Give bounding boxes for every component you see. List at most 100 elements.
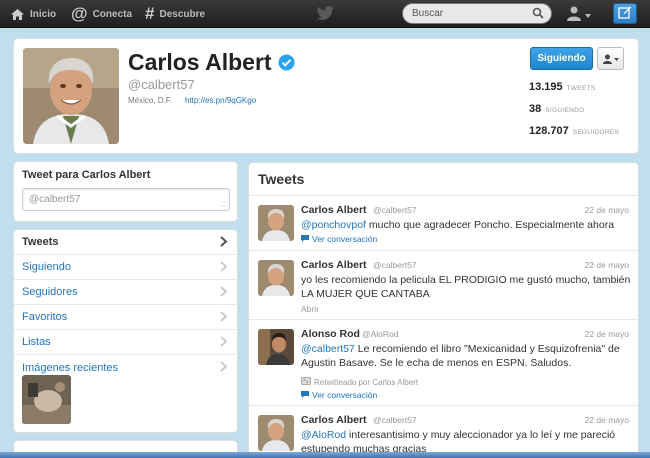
tweet-to-user-box: Tweet para Carlos Albert @calbert57 .:: [13, 161, 238, 222]
view-conversation-label: Ver conversación [312, 234, 378, 244]
chevron-right-icon [220, 336, 228, 350]
top-navigation-bar: Inicio @ Conecta # Descubre Buscar [0, 0, 650, 28]
sidebar-item-favorites[interactable]: Favoritos [14, 305, 237, 330]
sidebar-item-label: Favoritos [22, 311, 68, 323]
tweet-to-user-title: Tweet para Carlos Albert [22, 169, 151, 181]
search-input[interactable]: Buscar [402, 3, 552, 24]
tweet-author-name[interactable]: Carlos Albert [301, 204, 367, 216]
nav-home[interactable]: Inicio [10, 0, 56, 28]
sidebar-item-following[interactable]: Siguiendo [14, 255, 237, 280]
tweet-to-user-input[interactable]: @calbert57 .:: [22, 188, 230, 211]
tweets-timeline: Tweets Carlos Albert @calbert57 22 de ma… [248, 162, 639, 458]
retweet-icon [301, 377, 311, 387]
nav-home-label: Inicio [30, 8, 57, 20]
sidebar-item-label: Listas [22, 336, 51, 348]
stat-followers-value: 128.707 [529, 125, 569, 137]
os-taskbar [0, 452, 650, 458]
user-actions-button[interactable] [597, 47, 624, 70]
stat-followers-label: SEGUIDORES [572, 129, 620, 136]
sidebar-item-label: Tweets [22, 236, 59, 248]
tweet-item[interactable]: Alonso Rod @AloRod 22 de mayo @calbert57… [249, 320, 638, 406]
sidebar-item-label: Siguiendo [22, 261, 71, 273]
profile-name: Carlos Albert [128, 49, 272, 75]
tweet-avatar[interactable] [258, 260, 294, 296]
compose-tweet-button[interactable] [613, 3, 637, 24]
tweet-avatar[interactable] [258, 329, 294, 365]
sidebar-item-tweets[interactable]: Tweets [14, 230, 237, 255]
resize-grip-icon: .:: [219, 199, 226, 208]
view-conversation-label: Ver conversación [312, 390, 378, 400]
nav-connect[interactable]: @ Conecta [71, 0, 132, 28]
user-icon [566, 5, 582, 24]
search-icon[interactable] [532, 7, 544, 22]
tweet-timestamp[interactable]: 22 de mayo [585, 205, 629, 215]
search-placeholder: Buscar [412, 8, 444, 19]
tweet-author-handle[interactable]: @calbert57 [373, 415, 417, 425]
nav-connect-label: Conecta [92, 8, 133, 20]
stat-following-value: 38 [529, 103, 542, 115]
tweet-mention-link[interactable]: @AloRod [301, 429, 346, 441]
view-conversation-link[interactable]: Ver conversación [301, 234, 377, 244]
tweet-timestamp[interactable]: 22 de mayo [585, 329, 629, 339]
profile-card: Carlos Albert @calbert57 México, D.F. ht… [13, 38, 639, 154]
following-button[interactable]: Siguiendo [530, 47, 593, 70]
stat-followers[interactable]: 128.707 SEGUIDORES [529, 125, 619, 137]
speech-bubble-icon [301, 390, 309, 400]
tweet-avatar[interactable] [258, 415, 294, 451]
recent-image-thumbnail[interactable] [22, 375, 71, 424]
profile-handle: @calbert57 [128, 77, 195, 92]
tweet-item[interactable]: Carlos Albert @calbert57 22 de mayo yo l… [249, 251, 638, 320]
chevron-right-icon [220, 261, 228, 275]
profile-url-link[interactable]: http://es.pn/9qGKgo [185, 96, 256, 105]
twitter-bird-icon[interactable] [316, 5, 335, 24]
chevron-right-icon [220, 361, 228, 375]
hash-icon: # [145, 4, 155, 23]
tweet-text: yo les recomiendo la pelicula EL PRODIGI… [301, 274, 631, 300]
tweet-author-handle[interactable]: @AloRod [362, 329, 399, 339]
tweet-author-name[interactable]: Alonso Rod [301, 328, 360, 340]
tweet-mention-link[interactable]: @calbert57 [301, 343, 355, 355]
chevron-right-icon [220, 286, 228, 300]
retweeted-by-label: Retwitteado por Carlos Albert [314, 377, 419, 387]
tweet-author-name[interactable]: Carlos Albert [301, 259, 367, 271]
stat-following-label: SIGUIENDO [545, 107, 585, 114]
nav-discover[interactable]: # Descubre [145, 0, 205, 28]
stat-following[interactable]: 38 SIGUIENDO [529, 103, 584, 115]
open-tweet-link[interactable]: Abrir [301, 304, 319, 314]
nav-discover-label: Descubre [159, 8, 206, 20]
tweet-avatar[interactable] [258, 205, 294, 241]
tweet-item[interactable]: Carlos Albert @calbert57 22 de mayo @Alo… [249, 406, 638, 458]
profile-nav-menu: Tweets Siguiendo Seguidores Favoritos Li… [13, 229, 238, 433]
sidebar-item-lists[interactable]: Listas [14, 330, 237, 355]
tweet-author-handle[interactable]: @calbert57 [373, 260, 417, 270]
account-menu[interactable] [566, 4, 591, 24]
stat-tweets[interactable]: 13.195 TWEETS [529, 81, 596, 93]
profile-name-row: Carlos Albert [128, 49, 295, 76]
speech-bubble-icon [301, 234, 309, 244]
verified-badge-icon [278, 54, 295, 71]
sidebar-item-label: Seguidores [22, 286, 78, 298]
tweet-author-handle[interactable]: @calbert57 [373, 205, 417, 215]
tweet-author-name[interactable]: Carlos Albert [301, 414, 367, 426]
sidebar-item-label: Imágenes recientes [22, 361, 118, 374]
stat-tweets-label: TWEETS [566, 85, 596, 92]
timeline-title: Tweets [258, 171, 305, 187]
user-actions-icon [602, 54, 619, 64]
stat-tweets-value: 13.195 [529, 81, 563, 93]
compose-icon [618, 5, 632, 22]
tweet-text: @calbert57 Le recomiendo el libro "Mexic… [301, 342, 631, 370]
profile-location: México, D.F. [128, 96, 173, 105]
sidebar-item-followers[interactable]: Seguidores [14, 280, 237, 305]
view-conversation-link[interactable]: Ver conversación [301, 390, 377, 400]
home-icon [10, 8, 25, 21]
tweet-item[interactable]: Carlos Albert @calbert57 22 de mayo @pon… [249, 196, 638, 251]
retweeted-by-line: Retwitteado por Carlos Albert [301, 377, 418, 387]
tweet-timestamp[interactable]: 22 de mayo [585, 415, 629, 425]
tweet-to-user-value: @calbert57 [29, 194, 81, 205]
chevron-right-icon [220, 311, 228, 325]
tweet-mention-link[interactable]: @ponchovpof [301, 219, 366, 231]
profile-avatar[interactable] [23, 48, 119, 144]
chevron-right-icon [220, 236, 228, 250]
tweet-timestamp[interactable]: 22 de mayo [585, 260, 629, 270]
tweet-text: @ponchovpof mucho que agradecer Poncho. … [301, 218, 631, 232]
